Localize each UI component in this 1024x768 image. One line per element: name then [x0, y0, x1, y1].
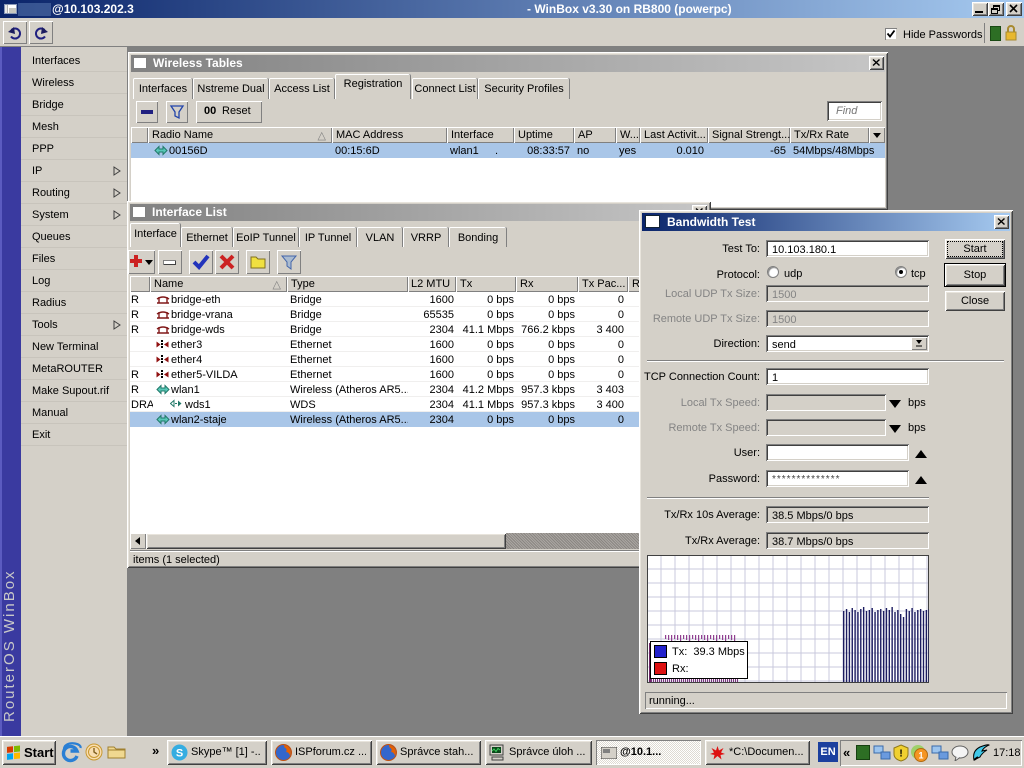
svg-text:!: ! [899, 749, 902, 760]
svg-text:S: S [176, 748, 183, 760]
svg-text:1: 1 [918, 751, 923, 761]
